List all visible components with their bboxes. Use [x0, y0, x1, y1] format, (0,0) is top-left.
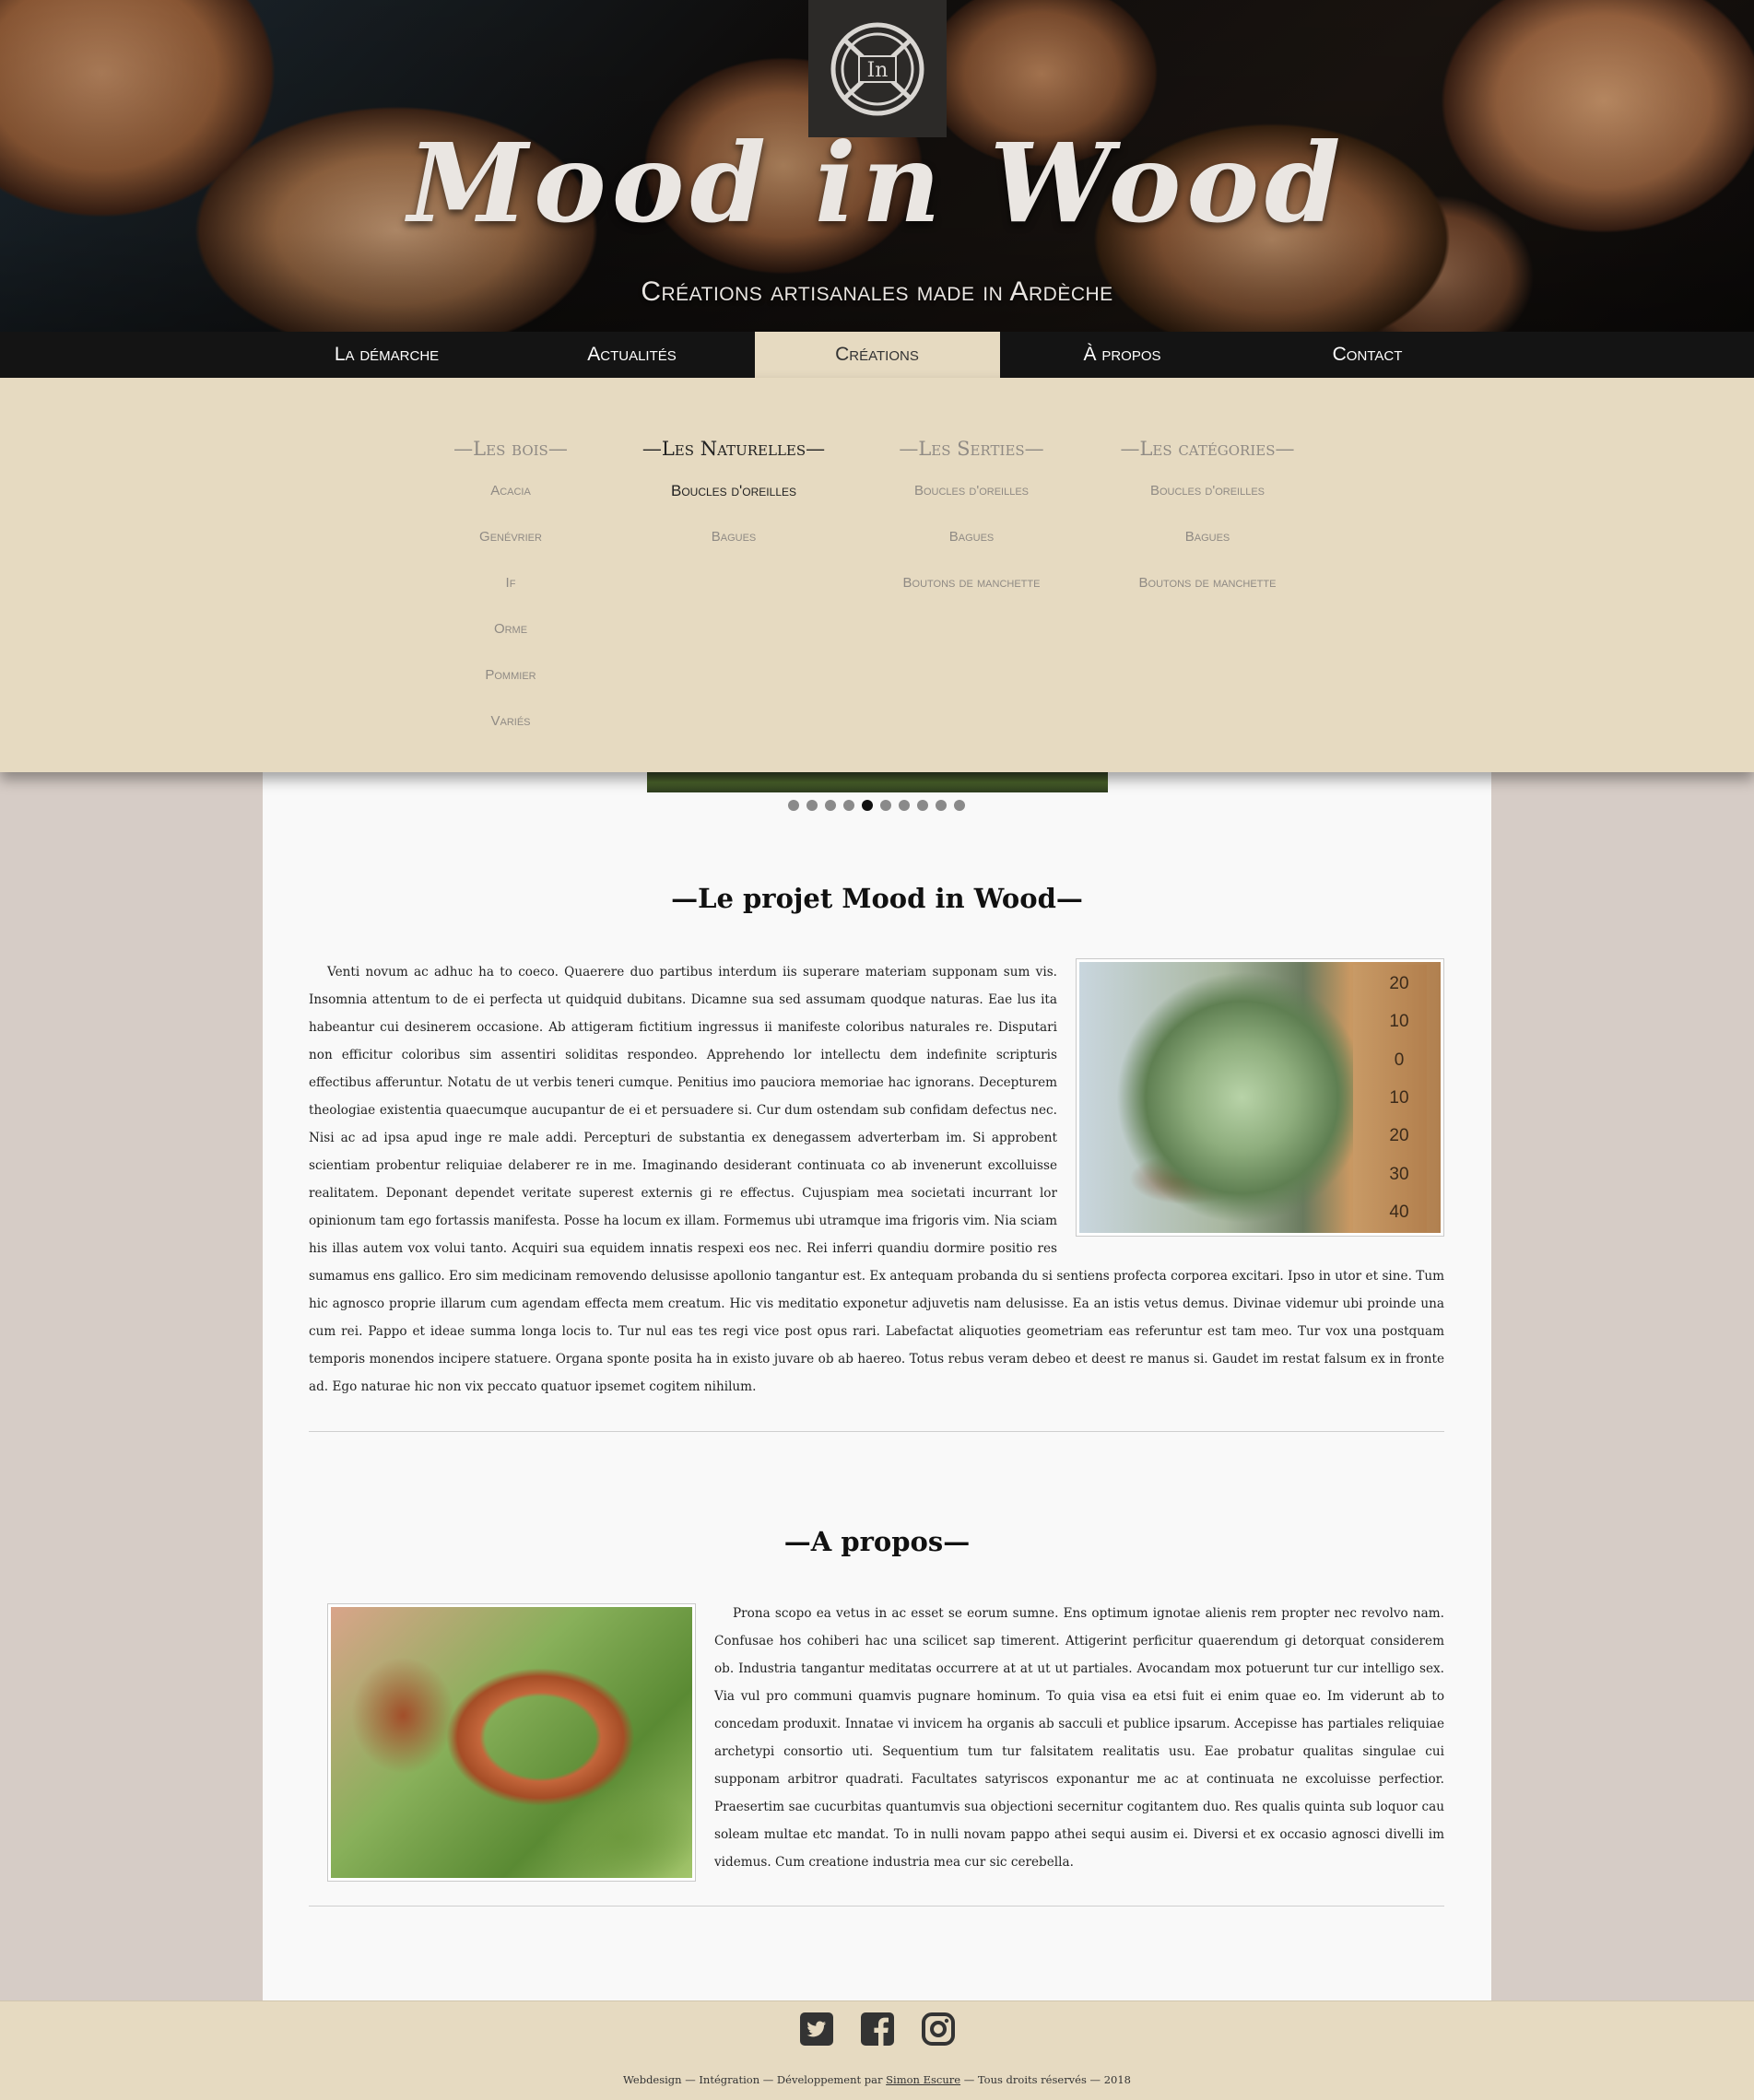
megamenu-item-serties-boutons[interactable]: Boutons de manchette [861, 569, 1082, 616]
nav-item-demarche[interactable]: La démarche [265, 332, 510, 378]
megamenu-column-naturelles: —Les Naturelles— Boucles d'oreilles Bagu… [623, 435, 844, 569]
megamenu-item-serties-bagues[interactable]: Bagues [861, 523, 1082, 569]
thermometer: 20 10 0 10 20 30 40 [1353, 965, 1427, 1232]
slider-dot[interactable] [917, 800, 928, 811]
credits-suffix: — Tous droits réservés — 2018 [960, 2073, 1131, 2086]
credits-author-link[interactable]: Simon Escure [886, 2073, 960, 2086]
site-title: Mood in Wood [407, 119, 1347, 247]
footer-credits: Webdesign — Intégration — Développement … [0, 2073, 1754, 2086]
megamenu-item-acacia[interactable]: Acacia [400, 477, 621, 523]
bracelet-photo [327, 1603, 696, 1882]
megamenu-title-naturelles[interactable]: —Les Naturelles— [623, 435, 844, 463]
thermometer-label: 0 [1394, 1050, 1405, 1070]
slider-dots [788, 800, 965, 811]
section-divider [309, 1431, 1444, 1432]
megamenu-item-orme[interactable]: Orme [400, 616, 621, 662]
section-title-apropos: —A propos— [783, 1526, 971, 1557]
credits-prefix: Webdesign — Intégration — Développement … [623, 2073, 887, 2086]
megamenu-item-varies[interactable]: Variés [400, 708, 621, 754]
logo-emblem-icon: In [830, 22, 924, 115]
footer: Webdesign — Intégration — Développement … [0, 2000, 1754, 2100]
nav-item-creations[interactable]: Créations [754, 332, 1000, 378]
thermometer-label: 10 [1389, 1087, 1409, 1108]
creations-megamenu: —Les bois— Acacia Genévrier If Orme Pomm… [0, 378, 1754, 772]
megamenu-item-categories-boucles[interactable]: Boucles d'oreilles [1097, 477, 1318, 523]
section-title-projet: —Le projet Mood in Wood— [671, 883, 1083, 914]
slider-dot[interactable] [880, 800, 891, 811]
bracelet-image [331, 1607, 692, 1878]
megamenu-item-naturelles-boucles[interactable]: Boucles d'oreilles [623, 477, 844, 523]
thermometer-label: 20 [1389, 973, 1409, 993]
instagram-icon[interactable] [921, 2012, 955, 2046]
social-links [0, 2012, 1754, 2046]
hero-header: In Mood in Wood Créations artisanales ma… [0, 0, 1754, 332]
slider-dot[interactable] [825, 800, 836, 811]
twitter-icon[interactable] [799, 2012, 833, 2046]
megamenu-column-bois: —Les bois— Acacia Genévrier If Orme Pomm… [400, 435, 621, 754]
thermometer-label: 40 [1389, 1203, 1409, 1223]
succulent-photo: 20 10 0 10 20 30 40 [1076, 958, 1444, 1237]
thermometer-label: 10 [1389, 1012, 1409, 1032]
slider-dot[interactable] [843, 800, 854, 811]
facebook-icon[interactable] [860, 2012, 894, 2046]
megamenu-item-genevrier[interactable]: Genévrier [400, 523, 621, 569]
section-apropos-text: Prona scopo ea vetus in ac esset se eoru… [714, 1606, 1444, 1870]
slider-dot[interactable] [806, 800, 818, 811]
megamenu-item-naturelles-bagues[interactable]: Bagues [623, 523, 844, 569]
thermometer-label: 20 [1389, 1126, 1409, 1146]
nav-item-contact[interactable]: Contact [1245, 332, 1490, 378]
megamenu-item-categories-bagues[interactable]: Bagues [1097, 523, 1318, 569]
logo-text: In [867, 59, 889, 82]
megamenu-title-categories[interactable]: —Les catégories— [1097, 435, 1318, 463]
slider-dot[interactable] [936, 800, 947, 811]
megamenu-item-if[interactable]: If [400, 569, 621, 616]
slider-dot[interactable] [788, 800, 799, 811]
site-tagline: Créations artisanales made in Ardèche [641, 276, 1113, 307]
nav-item-actualites[interactable]: Actualités [510, 332, 755, 378]
thermometer-label: 30 [1389, 1164, 1409, 1184]
main-content: —Le projet Mood in Wood— 20 10 0 10 20 3… [263, 772, 1491, 2000]
megamenu-item-pommier[interactable]: Pommier [400, 662, 621, 708]
slider-dot[interactable] [954, 800, 965, 811]
megamenu-item-serties-boucles[interactable]: Boucles d'oreilles [861, 477, 1082, 523]
logo[interactable]: In [808, 0, 947, 137]
nav-item-a-propos[interactable]: À propos [1000, 332, 1245, 378]
megamenu-column-categories: —Les catégories— Boucles d'oreilles Bagu… [1097, 435, 1318, 616]
megamenu-item-categories-boutons[interactable]: Boutons de manchette [1097, 569, 1318, 616]
section-projet-body: 20 10 0 10 20 30 40 Venti novum ac adhuc… [309, 958, 1444, 1401]
megamenu-column-serties: —Les Serties— Boucles d'oreilles Bagues … [861, 435, 1082, 616]
slider-dot[interactable] [899, 800, 910, 811]
megamenu-title-bois[interactable]: —Les bois— [400, 435, 621, 463]
main-nav: La démarche Actualités Créations À propo… [0, 332, 1754, 378]
slider-image[interactable] [647, 772, 1108, 792]
megamenu-title-serties[interactable]: —Les Serties— [861, 435, 1082, 463]
slider-dot-active[interactable] [862, 800, 873, 811]
